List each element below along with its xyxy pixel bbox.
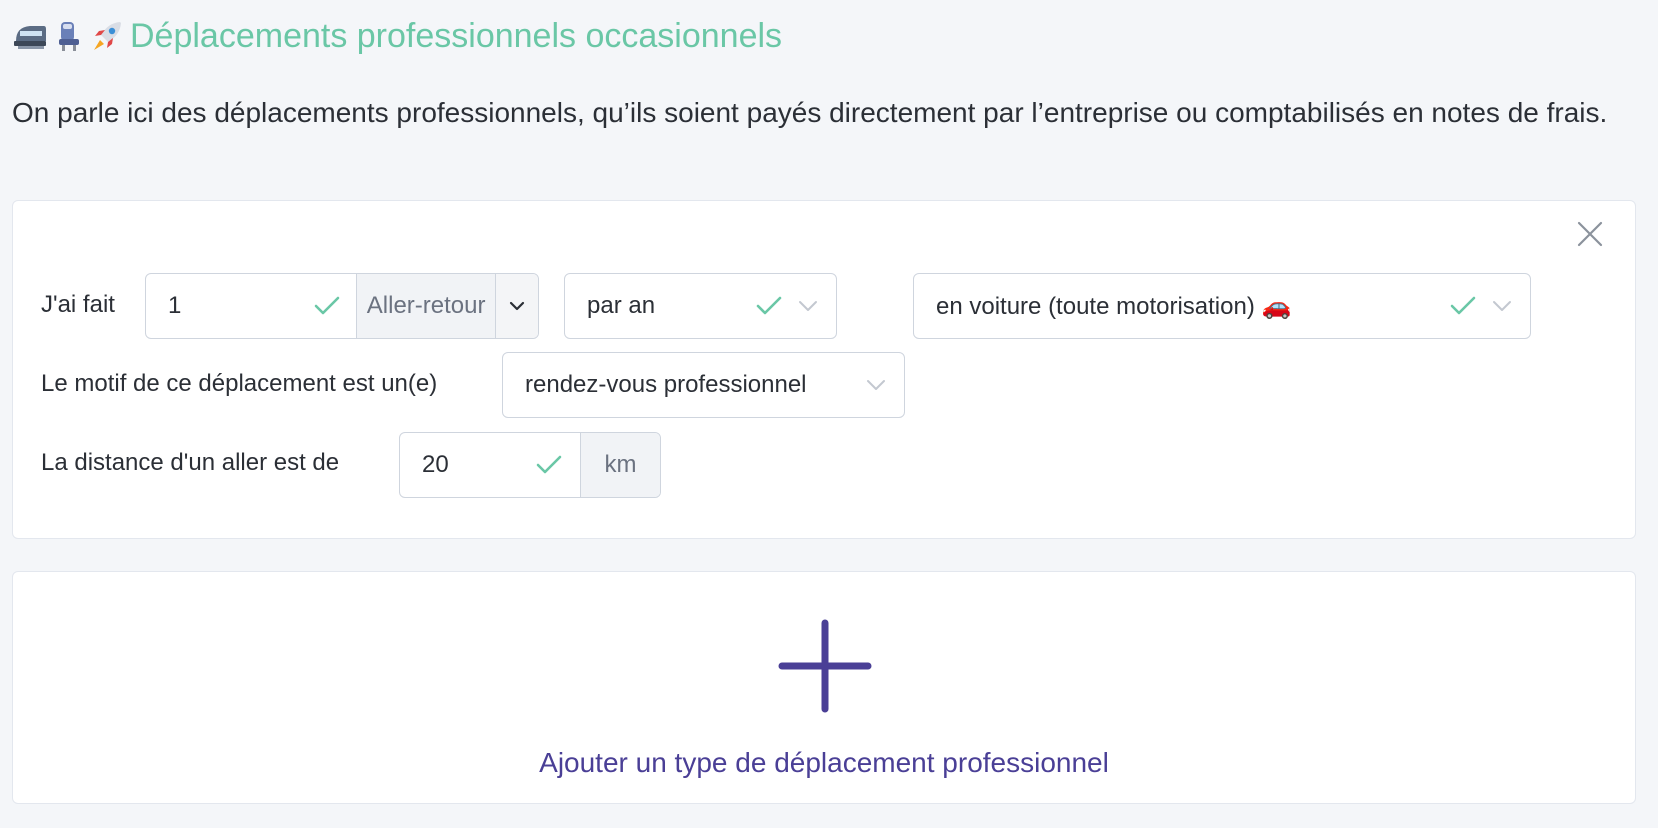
close-button[interactable]: [1575, 219, 1605, 249]
trip-count-group: 1 Aller-retour: [145, 273, 539, 339]
trip-count-value: 1: [168, 292, 182, 319]
distance-group: 20 km: [399, 432, 661, 498]
add-trip-type-label: Ajouter un type de déplacement professio…: [539, 747, 1109, 778]
distance-value: 20: [422, 451, 449, 478]
add-trip-type-button[interactable]: Ajouter un type de déplacement professio…: [12, 571, 1636, 804]
trip-type-label: Aller-retour: [356, 274, 496, 338]
trip-count-input[interactable]: 1: [146, 274, 314, 338]
page-title: Déplacements professionnels occasionnels: [130, 16, 783, 55]
trip-type-dropdown[interactable]: [495, 274, 538, 338]
chevron-down-icon: [867, 380, 885, 390]
frequency-value: par an: [587, 292, 656, 319]
check-icon: [756, 296, 782, 315]
transport-mode-value: en voiture (toute motorisation) 🚗: [936, 292, 1292, 320]
section-header: Déplacements professionnels occasionnels: [12, 14, 782, 58]
did-label: J'ai fait: [41, 291, 115, 318]
page: Déplacements professionnels occasionnels…: [0, 0, 1658, 828]
intro-text: On parle ici des déplacements profession…: [12, 97, 1608, 128]
check-icon: [1450, 296, 1476, 315]
distance-unit: km: [580, 433, 660, 497]
close-icon: [1577, 221, 1603, 247]
rocket-icon: [90, 19, 124, 53]
reason-value: rendez-vous professionnel: [525, 371, 807, 398]
train-icon: [12, 21, 48, 51]
check-icon: [314, 296, 340, 315]
trip-form-card: J'ai fait 1 Aller-retour par an en voitu…: [12, 200, 1636, 539]
distance-label: La distance d'un aller est de: [41, 449, 340, 476]
frequency-select[interactable]: par an: [564, 273, 837, 339]
distance-input[interactable]: 20: [400, 433, 536, 497]
chevron-down-icon: [510, 301, 525, 311]
seat-icon: [54, 20, 84, 52]
check-icon: [536, 455, 562, 474]
chevron-down-icon: [1493, 301, 1511, 311]
plus-icon: [778, 619, 872, 713]
reason-label: Le motif de ce déplacement est un(e): [41, 370, 438, 397]
reason-select[interactable]: rendez-vous professionnel: [502, 352, 905, 418]
transport-mode-select[interactable]: en voiture (toute motorisation) 🚗: [913, 273, 1531, 339]
chevron-down-icon: [799, 301, 817, 311]
